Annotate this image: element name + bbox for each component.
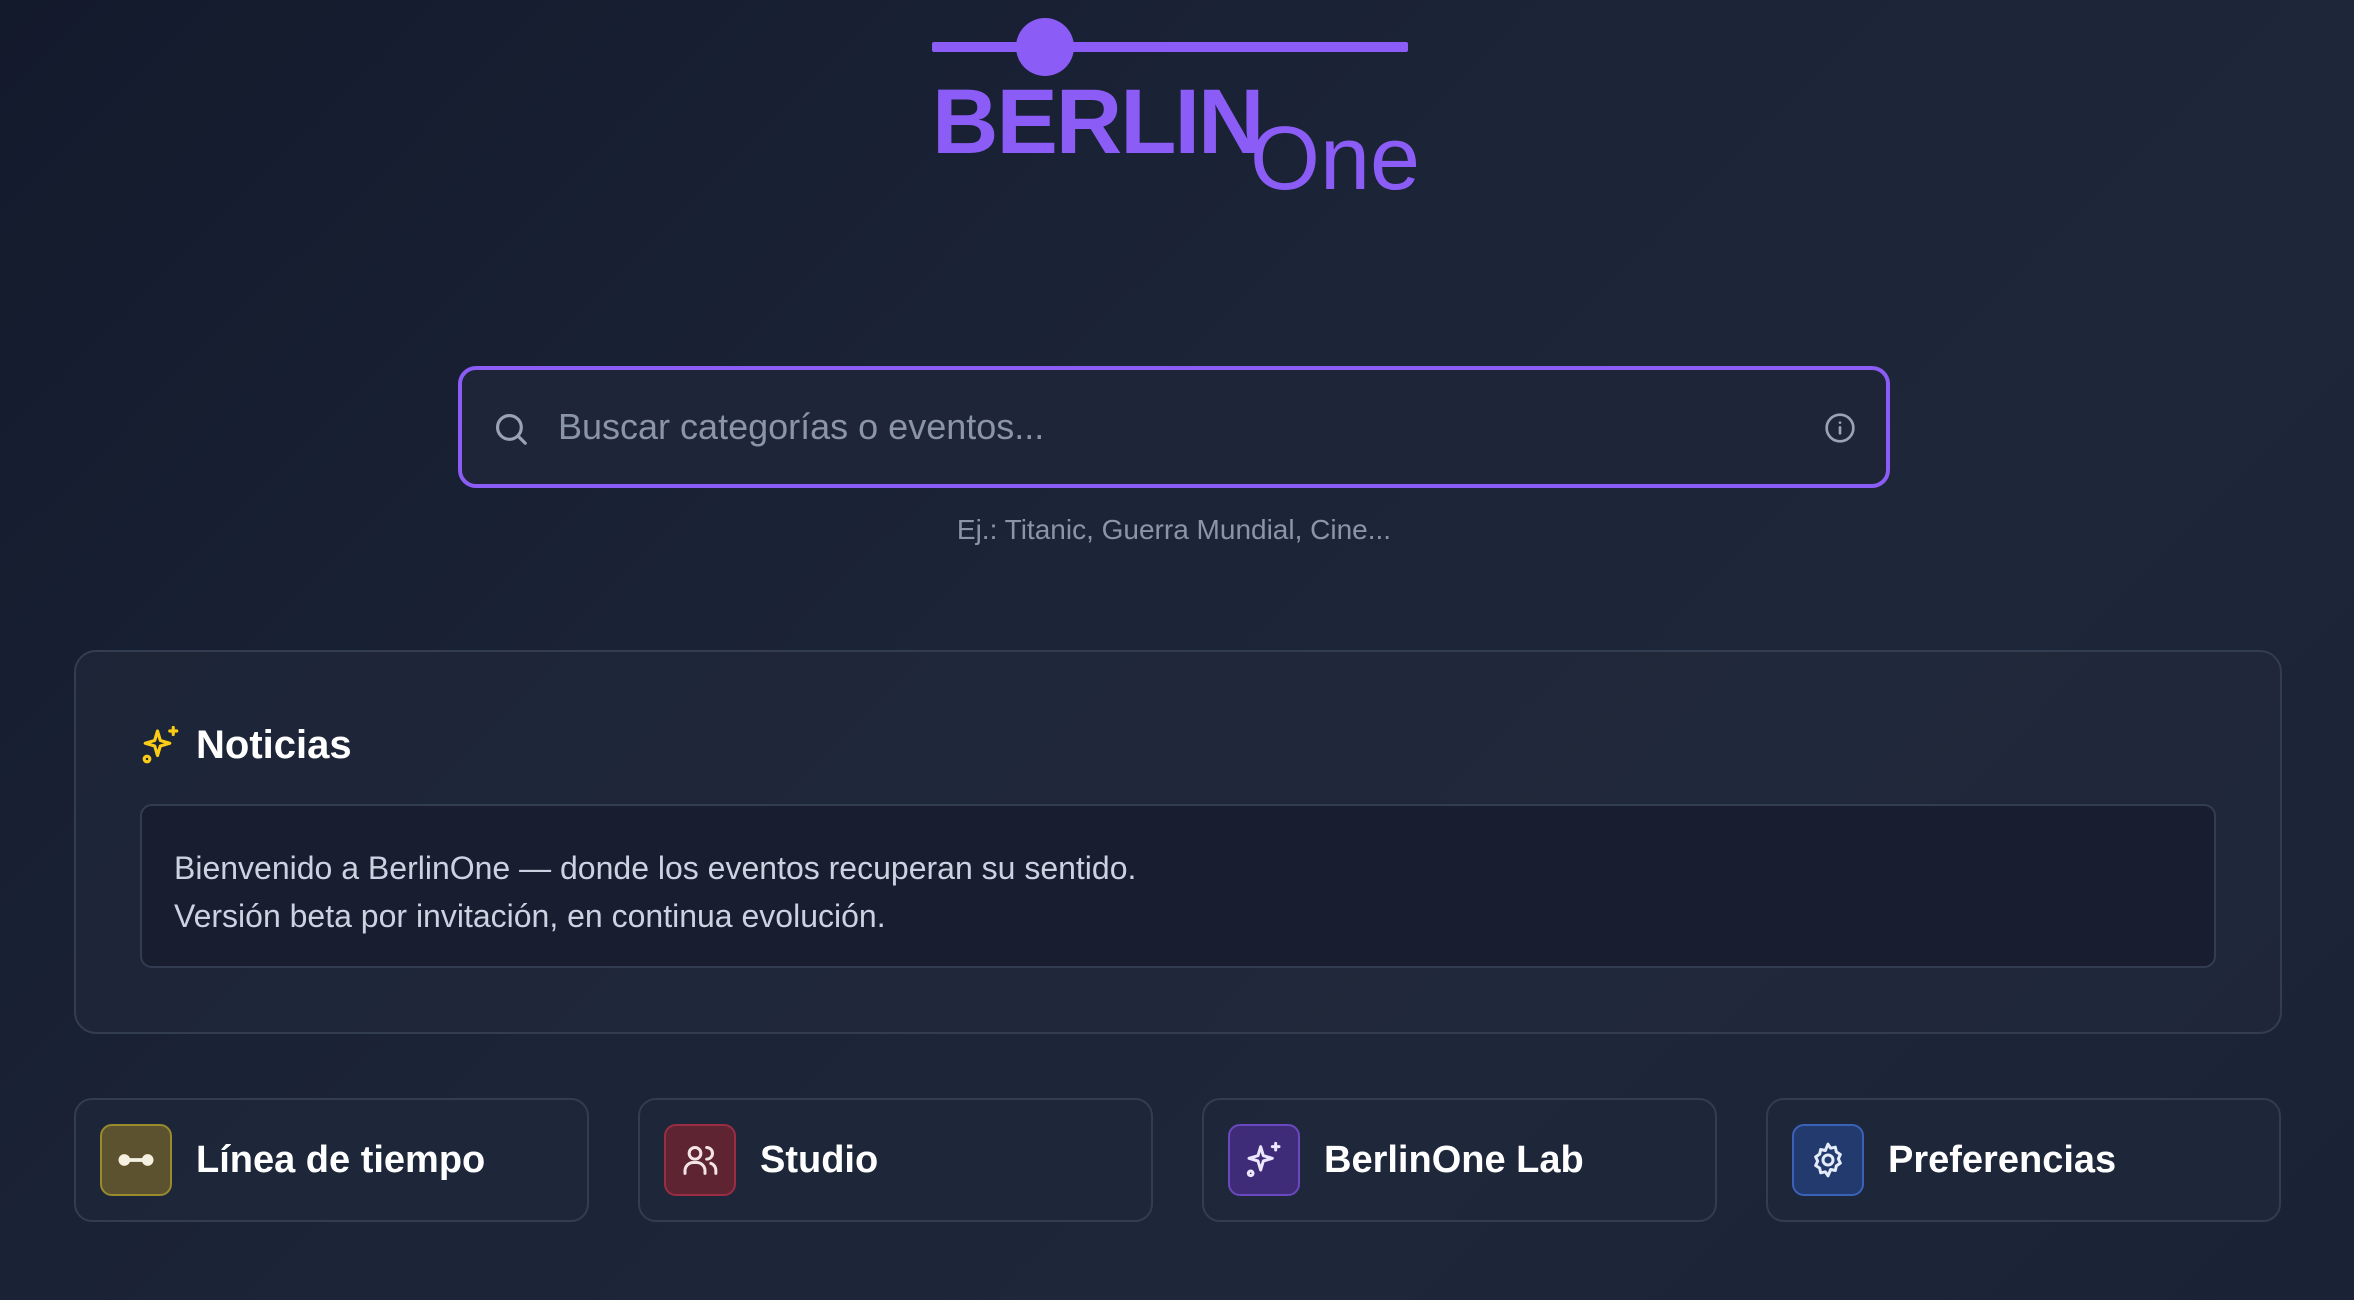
info-icon[interactable] [1824,412,1856,444]
nav-studio-label: Studio [760,1138,879,1181]
nav-timeline-button[interactable]: Línea de tiempo [74,1098,589,1222]
nav-preferences-label: Preferencias [1888,1138,2117,1181]
news-line-2: Versión beta por invitación, en continua… [174,898,886,934]
logo-text-primary: BERLIN [932,71,1264,173]
sparkles-icon [1228,1124,1300,1196]
users-icon [664,1124,736,1196]
sparkles-icon [142,725,179,764]
brand-logo[interactable]: BERLIN One [932,16,1421,209]
search-box[interactable] [458,366,1890,488]
quick-nav: Línea de tiempo Studio BerlinOne Lab Pre… [74,1098,2282,1222]
news-line-1: Bienvenido a BerlinOne — donde los event… [174,850,1137,886]
news-message: Bienvenido a BerlinOne — donde los event… [140,804,2216,968]
timeline-icon [100,1124,172,1196]
logo-slider-track [932,42,1408,52]
search-input[interactable] [558,370,1758,484]
search-hint: Ej.: Titanic, Guerra Mundial, Cine... [956,514,1392,545]
nav-studio-button[interactable]: Studio [638,1098,1153,1222]
news-header: Noticias [140,720,352,770]
search-icon [495,413,527,445]
gear-icon [1792,1124,1864,1196]
news-card: Noticias Bienvenido a BerlinOne — donde … [74,650,2282,1034]
logo-slider-knob [1016,18,1074,76]
nav-preferences-button[interactable]: Preferencias [1766,1098,2281,1222]
logo-text-secondary: One [1250,109,1421,209]
nav-lab-label: BerlinOne Lab [1324,1138,1584,1181]
news-title: Noticias [196,722,352,767]
nav-lab-button[interactable]: BerlinOne Lab [1202,1098,1717,1222]
nav-timeline-label: Línea de tiempo [196,1138,486,1181]
